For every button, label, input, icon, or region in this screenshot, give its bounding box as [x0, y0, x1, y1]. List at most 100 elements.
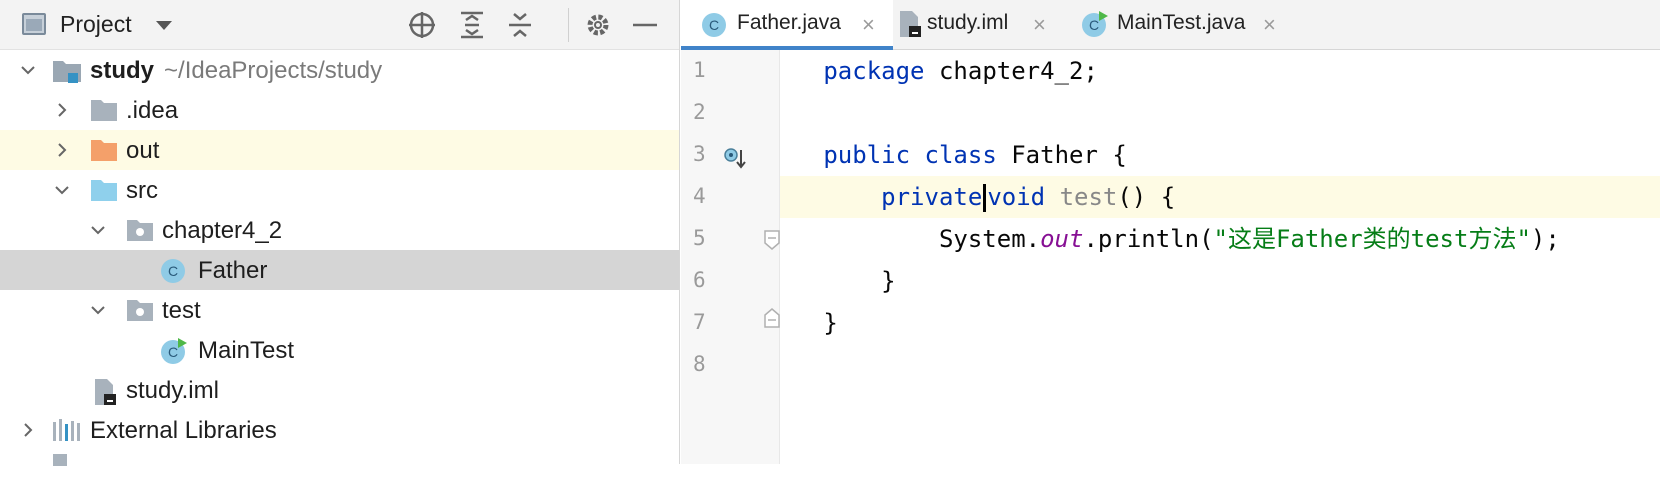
line-number: 4: [693, 184, 706, 208]
tree-row-out[interactable]: out: [0, 130, 679, 170]
runnable-class-icon: C: [1082, 11, 1108, 37]
tree-label-chapter4-2: chapter4_2: [162, 217, 283, 244]
excluded-folder-icon: [91, 140, 117, 161]
code-text: }: [881, 267, 896, 295]
chevron-down-icon[interactable]: [90, 222, 106, 238]
code-text: );: [1530, 225, 1560, 253]
code-text: chapter4_2;: [924, 57, 1098, 85]
tree-label-study-iml: study.iml: [126, 377, 219, 404]
minimize-icon[interactable]: [630, 10, 660, 40]
package-icon: [127, 300, 153, 321]
code-text: () {: [1117, 183, 1176, 211]
project-panel-title[interactable]: Project: [60, 11, 132, 38]
editor-tabs: C Father.java × study.iml × C MainTest.j…: [681, 0, 1660, 50]
tab-study-iml[interactable]: study.iml ×: [895, 0, 1067, 50]
svg-text:C: C: [168, 263, 178, 279]
java-class-icon: C: [161, 259, 185, 283]
svg-text:C: C: [168, 344, 178, 360]
tab-father-java[interactable]: C Father.java ×: [681, 0, 893, 50]
line-number-gutter: 1 2 3 4 5 6 7 8: [681, 50, 780, 464]
method-name: test: [1059, 183, 1118, 211]
tree-label-idea: .idea: [126, 97, 179, 124]
chevron-down-icon[interactable]: [156, 21, 172, 30]
tab-label: MainTest.java: [1117, 11, 1246, 34]
tree-row-src[interactable]: src: [0, 170, 679, 210]
scratches-icon: [53, 454, 67, 466]
code-line-3: public class Father {: [780, 134, 1660, 176]
folder-icon: [91, 100, 117, 121]
tree-row-study-iml[interactable]: study.iml: [0, 370, 679, 410]
tree-label-father: Father: [198, 257, 268, 284]
expand-all-icon[interactable]: [457, 10, 487, 40]
fold-marker-icon[interactable]: [763, 230, 781, 250]
keyword: void: [987, 183, 1046, 211]
chevron-down-icon[interactable]: [90, 302, 106, 318]
chevron-right-icon[interactable]: [54, 102, 70, 118]
text-cursor: [983, 184, 987, 212]
code-line-7: }: [780, 302, 1660, 344]
collapse-all-icon[interactable]: [505, 10, 535, 40]
keyword: package: [823, 57, 925, 85]
chevron-down-icon[interactable]: [20, 62, 36, 78]
tree-label-out: out: [126, 137, 160, 164]
code-text: System.: [938, 225, 1041, 253]
tab-maintest-java[interactable]: C MainTest.java ×: [1077, 0, 1293, 50]
tree-label-external-libraries: External Libraries: [90, 417, 277, 444]
code-text: Father {: [996, 141, 1127, 169]
project-panel: Project study ~/IdeaProjects/study .idea…: [0, 0, 680, 466]
project-view-icon: [22, 13, 46, 35]
svg-text:C: C: [709, 17, 719, 33]
tab-label: study.iml: [927, 11, 1009, 34]
close-icon[interactable]: ×: [1033, 14, 1046, 36]
implemented-marker-icon[interactable]: [723, 146, 749, 172]
package-icon: [127, 220, 153, 241]
module-file-icon: [900, 11, 921, 37]
libraries-icon: [53, 419, 80, 441]
line-number: 1: [693, 58, 706, 82]
close-icon[interactable]: ×: [862, 14, 875, 36]
keyword: public: [823, 141, 911, 169]
tree-row-idea[interactable]: .idea: [0, 90, 679, 130]
line-number: 2: [693, 100, 706, 124]
tree-row-study[interactable]: study ~/IdeaProjects/study: [0, 50, 679, 90]
keyword: class: [924, 141, 997, 169]
tree-row-external-libraries[interactable]: External Libraries: [0, 410, 679, 450]
line-number: 3: [693, 142, 706, 166]
tree-row-test[interactable]: test: [0, 290, 679, 330]
tree-row-chapter4-2[interactable]: chapter4_2: [0, 210, 679, 250]
runnable-class-icon: C: [161, 338, 187, 364]
gear-icon[interactable]: [583, 10, 613, 40]
project-panel-header: Project: [0, 0, 679, 50]
chevron-down-icon[interactable]: [54, 182, 70, 198]
code-line-6: }: [780, 260, 1660, 302]
line-number: 7: [693, 310, 706, 334]
chevron-right-icon[interactable]: [54, 142, 70, 158]
code-line-5: System.out.println("这是Father类的test方法");: [780, 218, 1660, 260]
tree-label-test: test: [162, 297, 201, 324]
code-line-1: package chapter4_2;: [780, 50, 1660, 92]
code-editor[interactable]: package chapter4_2; public class Father …: [780, 50, 1660, 464]
close-icon[interactable]: ×: [1263, 14, 1276, 36]
locate-file-icon[interactable]: [407, 10, 437, 40]
line-number: 5: [693, 226, 706, 250]
tree-label-src: src: [126, 177, 158, 204]
toolbar-divider: [568, 8, 569, 42]
code-text: }: [823, 309, 838, 337]
tree-row-father[interactable]: C Father: [0, 250, 679, 290]
tree-row-maintest[interactable]: C MainTest: [0, 330, 679, 370]
string-literal: "这是Father类的test方法": [1213, 225, 1531, 253]
fold-marker-icon[interactable]: [763, 308, 781, 328]
chevron-right-icon[interactable]: [20, 422, 36, 438]
tab-label: Father.java: [737, 11, 841, 34]
java-class-icon: C: [702, 13, 726, 37]
tree-label-study: study: [90, 57, 155, 84]
svg-text:C: C: [1089, 17, 1099, 33]
tree-row-partial: [0, 450, 679, 490]
module-file-icon: [95, 379, 116, 405]
keyword: private: [881, 183, 983, 211]
editor-panel: C Father.java × study.iml × C MainTest.j…: [681, 0, 1660, 464]
static-field: out: [1040, 225, 1084, 253]
line-number: 8: [693, 352, 706, 376]
